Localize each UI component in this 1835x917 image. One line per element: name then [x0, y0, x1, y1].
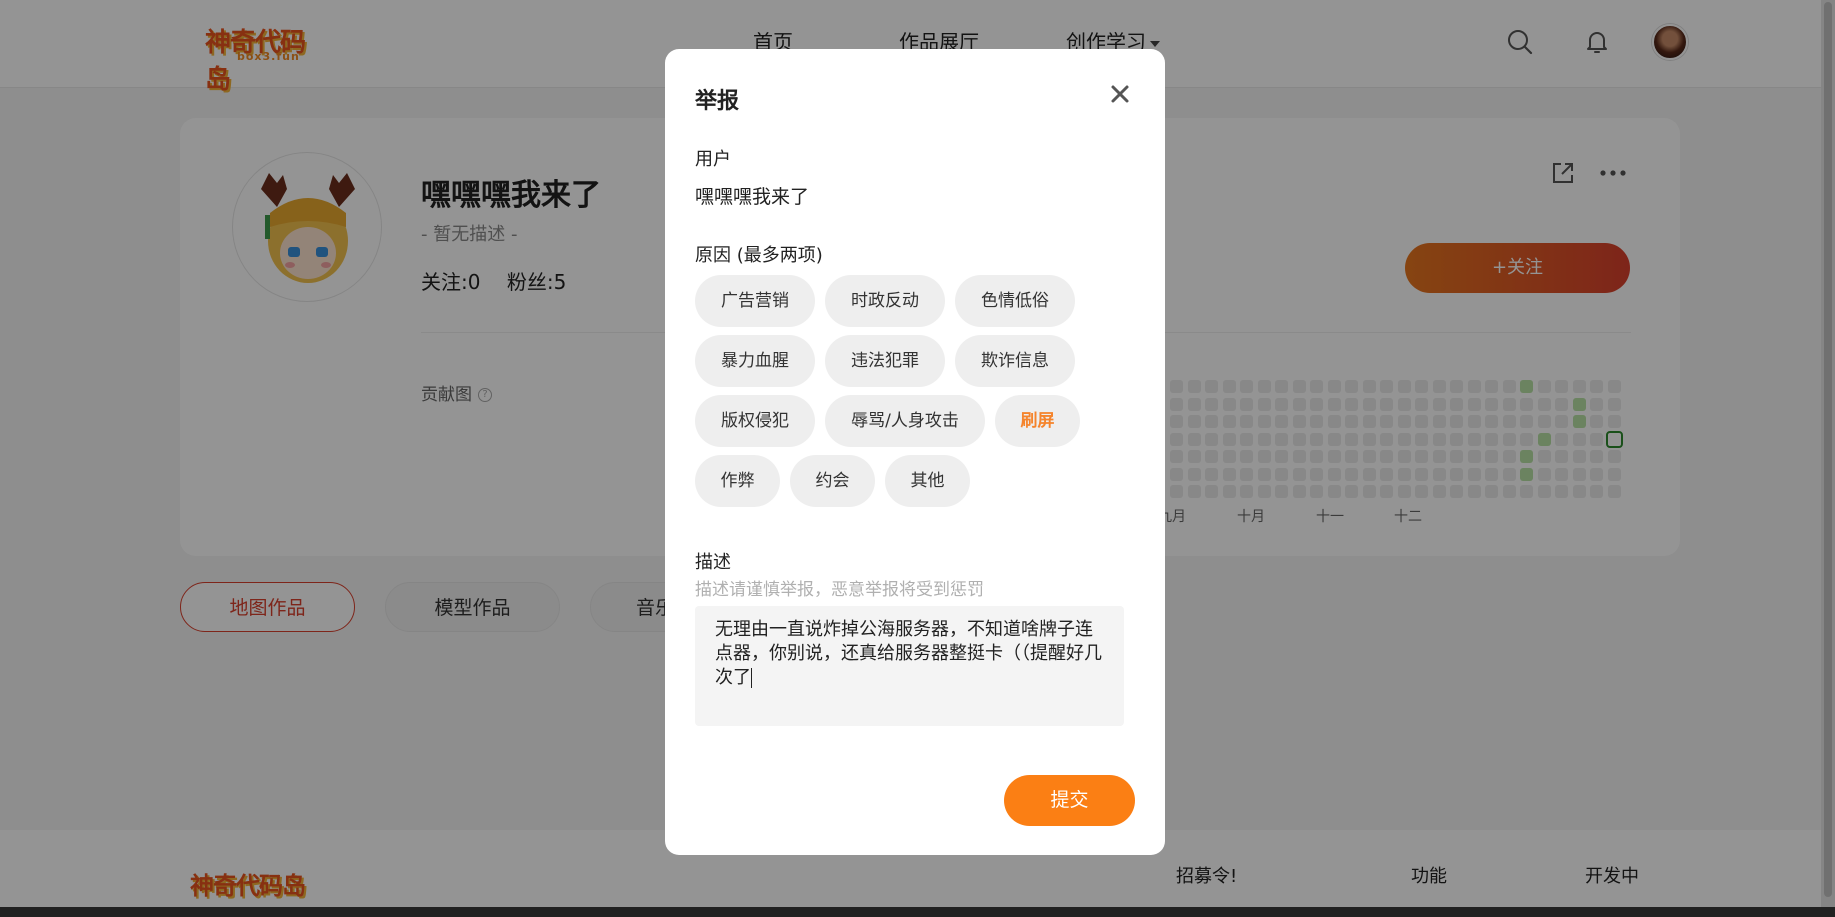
- reason-chip-fraud[interactable]: 欺诈信息: [955, 335, 1075, 387]
- reason-chip-copyright[interactable]: 版权侵犯: [695, 395, 815, 447]
- reason-chip-other[interactable]: 其他: [885, 455, 970, 507]
- reason-chip-abuse[interactable]: 辱骂/人身攻击: [825, 395, 985, 447]
- reason-chip-ads[interactable]: 广告营销: [695, 275, 815, 327]
- submit-button[interactable]: 提交: [1004, 775, 1135, 826]
- description-textarea[interactable]: 无理由一直说炸掉公海服务器，不知道啥牌子连点器，你别说，还真给服务器整挺卡（（提…: [695, 606, 1124, 726]
- close-icon[interactable]: [1105, 79, 1135, 109]
- report-modal: 举报 用户 嘿嘿嘿我来了 原因 (最多两项) 广告营销 时政反动 色情低俗 暴力…: [665, 49, 1165, 855]
- reason-chip-illegal[interactable]: 违法犯罪: [825, 335, 945, 387]
- reason-chip-spam[interactable]: 刷屏: [995, 395, 1080, 447]
- description-text: 无理由一直说炸掉公海服务器，不知道啥牌子连点器，你别说，还真给服务器整挺卡（（提…: [715, 619, 1102, 688]
- description-label: 描述: [695, 552, 731, 573]
- reported-user-name: 嘿嘿嘿我来了: [695, 186, 810, 208]
- reason-label: 原因 (最多两项): [695, 245, 823, 266]
- reason-chip-dating[interactable]: 约会: [790, 455, 875, 507]
- description-hint: 描述请谨慎举报，恶意举报将受到惩罚: [695, 580, 984, 600]
- modal-title: 举报: [695, 89, 740, 114]
- reason-chip-cheating[interactable]: 作弊: [695, 455, 780, 507]
- reason-chip-politics[interactable]: 时政反动: [825, 275, 945, 327]
- text-cursor: [751, 668, 752, 688]
- reason-chip-vulgar[interactable]: 色情低俗: [955, 275, 1075, 327]
- user-label: 用户: [695, 149, 731, 170]
- reason-chip-violence[interactable]: 暴力血腥: [695, 335, 815, 387]
